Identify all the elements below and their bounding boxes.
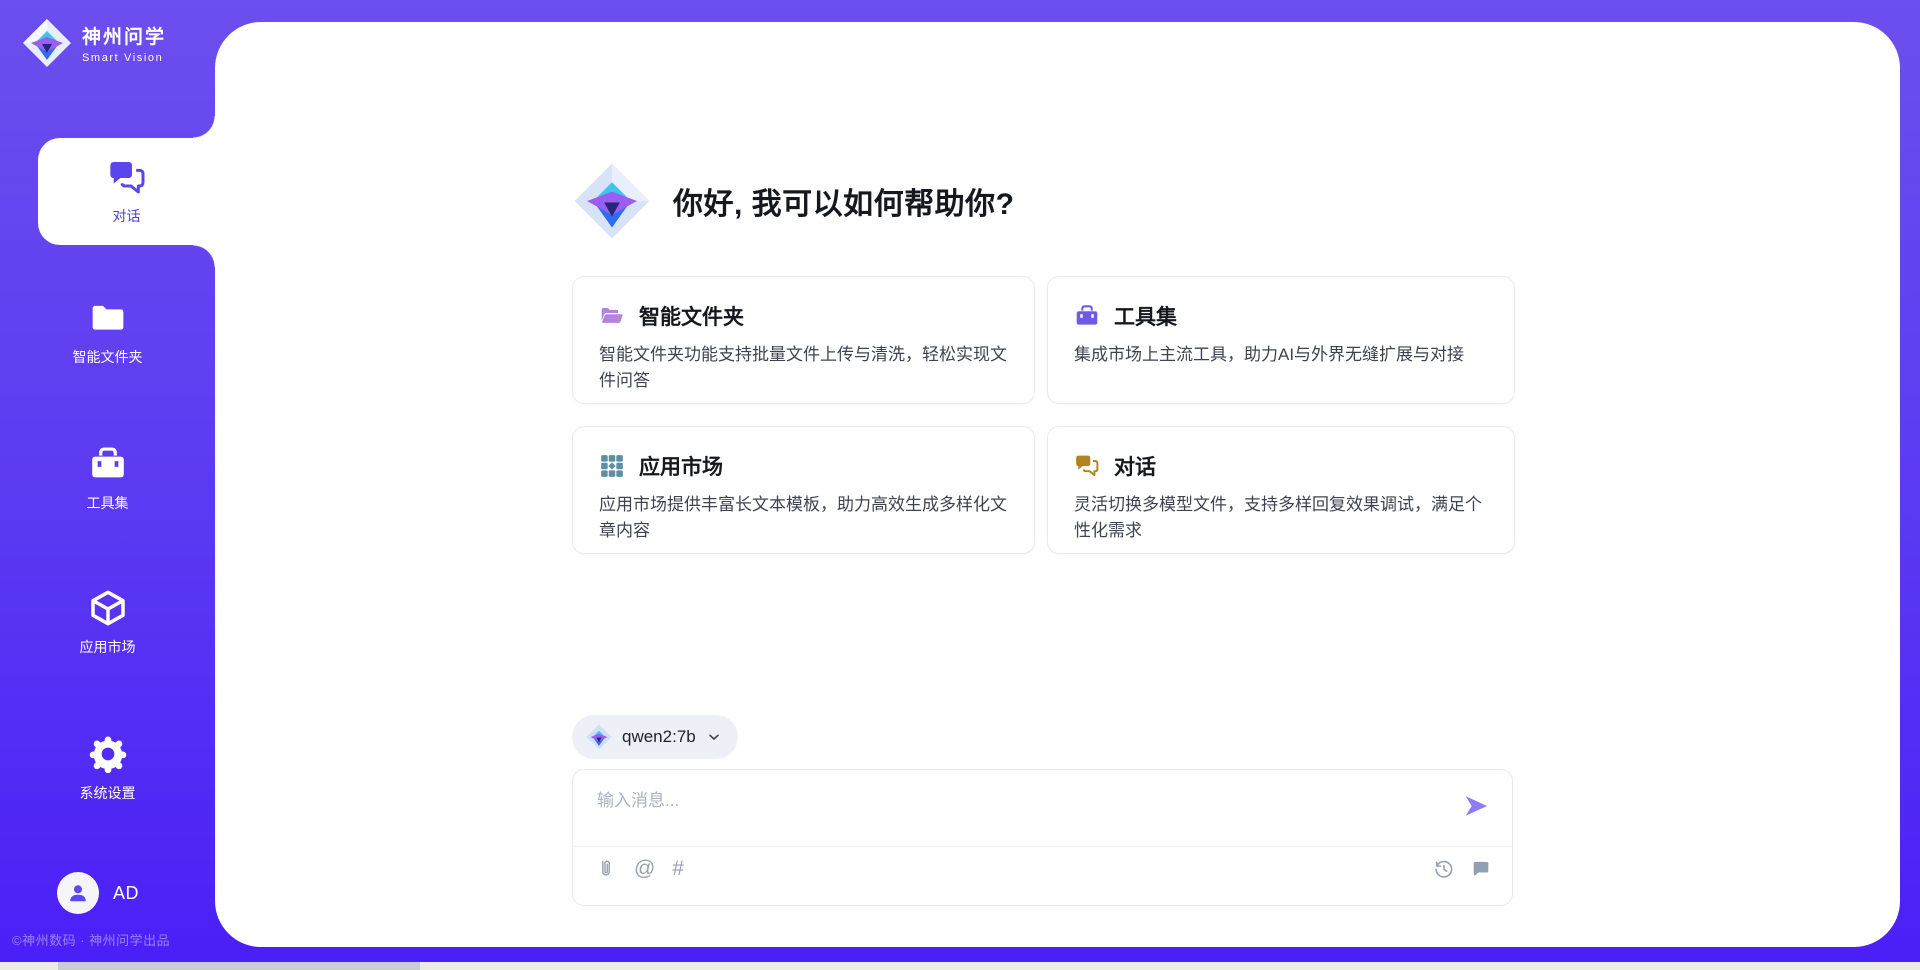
sidebar-item-label: 对话 [113, 206, 141, 226]
user-profile[interactable]: AD [57, 872, 139, 914]
card-smart-folder[interactable]: 智能文件夹 智能文件夹功能支持批量文件上传与清洗，轻松实现文件问答 [572, 276, 1035, 404]
model-selector[interactable]: qwen2:7b [572, 715, 738, 759]
user-avatar-icon [65, 880, 91, 906]
app-subtitle: Smart Vision [82, 52, 166, 64]
chat-icon [107, 158, 147, 198]
folder-icon [88, 298, 128, 338]
at-icon[interactable]: @ [634, 858, 655, 880]
history-button[interactable] [1433, 858, 1455, 880]
user-name: AD [113, 883, 139, 904]
composer-divider [573, 846, 1512, 847]
card-head: 应用市场 [599, 451, 1008, 481]
grid-icon [599, 453, 625, 479]
avatar [57, 872, 99, 914]
message-input[interactable] [597, 786, 1437, 816]
gear-icon [88, 734, 128, 774]
sidebar-item-app-market[interactable]: 应用市场 [0, 588, 215, 657]
copyright-footer: ©神州数码 · 神州问学出品 [12, 930, 170, 949]
sidebar: 神州问学 Smart Vision 对话 智能文件夹 工具集 应用市场 [0, 0, 215, 962]
sidebar-item-smart-folder[interactable]: 智能文件夹 [0, 298, 215, 367]
paperclip-icon [595, 858, 617, 880]
send-icon [1462, 792, 1490, 820]
feature-cards: 智能文件夹 智能文件夹功能支持批量文件上传与清洗，轻松实现文件问答 工具集 集成… [572, 276, 1515, 554]
card-description: 集成市场上主流工具，助力AI与外界无缝扩展与对接 [1074, 342, 1488, 368]
toolbox-icon [88, 444, 128, 484]
card-title: 工具集 [1114, 301, 1177, 331]
greeting-text: 你好, 我可以如何帮助你? [673, 179, 1015, 223]
hash-icon[interactable]: # [672, 858, 684, 880]
card-head: 智能文件夹 [599, 301, 1008, 331]
send-button[interactable] [1462, 792, 1490, 820]
diamond-logo-icon [573, 160, 651, 242]
main-content-panel: 你好, 我可以如何帮助你? 智能文件夹 智能文件夹功能支持批量文件上传与清洗，轻… [215, 22, 1900, 947]
app-logo: 神州问学 Smart Vision [22, 18, 166, 68]
sidebar-item-label: 智能文件夹 [73, 347, 143, 367]
feedback-button[interactable] [1470, 858, 1492, 880]
card-description: 应用市场提供丰富长文本模板，助力高效生成多样化文章内容 [599, 492, 1008, 545]
sidebar-item-label: 应用市场 [80, 637, 136, 657]
card-app-market[interactable]: 应用市场 应用市场提供丰富长文本模板，助力高效生成多样化文章内容 [572, 426, 1035, 554]
card-description: 灵活切换多模型文件，支持多样回复效果调试，满足个性化需求 [1074, 492, 1488, 545]
model-name: qwen2:7b [622, 727, 696, 747]
greeting-header: 你好, 我可以如何帮助你? [573, 160, 1015, 242]
cube-icon [88, 588, 128, 628]
chat-icon [1074, 453, 1100, 479]
comment-icon [1470, 858, 1492, 880]
composer-toolbar: @ # [595, 858, 684, 880]
sidebar-item-label: 系统设置 [80, 783, 136, 803]
card-title: 应用市场 [639, 451, 723, 481]
sidebar-item-settings[interactable]: 系统设置 [0, 734, 215, 803]
app-logo-text: 神州问学 Smart Vision [82, 22, 166, 64]
diamond-logo-icon [22, 18, 72, 68]
scrollbar-thumb[interactable] [58, 962, 420, 970]
app-title: 神州问学 [82, 22, 166, 49]
sidebar-item-toolset[interactable]: 工具集 [0, 444, 215, 513]
toolbox-icon [1074, 303, 1100, 329]
card-head: 对话 [1074, 451, 1488, 481]
card-description: 智能文件夹功能支持批量文件上传与清洗，轻松实现文件问答 [599, 342, 1008, 395]
history-icon [1433, 858, 1455, 880]
card-title: 智能文件夹 [639, 301, 744, 331]
chevron-down-icon [706, 729, 722, 745]
attach-file-button[interactable] [595, 858, 617, 880]
card-toolset[interactable]: 工具集 集成市场上主流工具，助力AI与外界无缝扩展与对接 [1047, 276, 1515, 404]
message-composer: @ # [572, 769, 1513, 906]
sidebar-item-chat[interactable]: 对话 [38, 138, 215, 245]
folder-open-icon [599, 303, 625, 329]
card-chat[interactable]: 对话 灵活切换多模型文件，支持多样回复效果调试，满足个性化需求 [1047, 426, 1515, 554]
card-head: 工具集 [1074, 301, 1488, 331]
sidebar-item-label: 工具集 [87, 493, 129, 513]
card-title: 对话 [1114, 451, 1156, 481]
diamond-logo-icon [586, 724, 612, 750]
horizontal-scrollbar[interactable] [0, 962, 1920, 970]
composer-toolbar-right [1433, 858, 1492, 880]
